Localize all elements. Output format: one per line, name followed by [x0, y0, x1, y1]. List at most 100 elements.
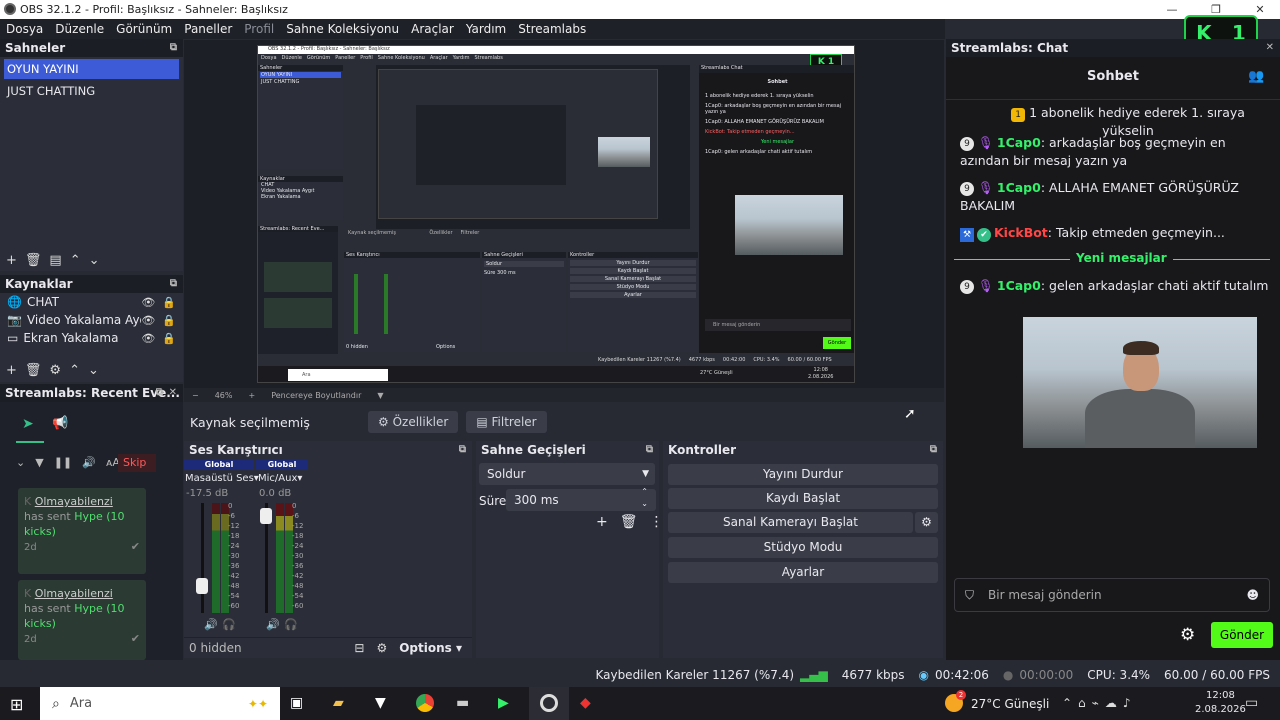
trash-icon[interactable]: 🗑 — [25, 253, 42, 268]
add-icon[interactable]: + — [6, 363, 17, 378]
send-icon[interactable]: ➤ — [22, 416, 34, 432]
chat-username[interactable]: 1Cap0 — [997, 278, 1041, 293]
undock-icon[interactable]: ⧉ — [170, 275, 177, 293]
down-icon[interactable]: ⌄ — [88, 363, 99, 378]
filter-icon[interactable]: ▼ — [35, 456, 43, 469]
transition-select[interactable]: Soldur ▼ — [479, 463, 655, 485]
weather-text[interactable]: 27°C Güneşli — [971, 697, 1049, 711]
zoom-in-icon[interactable]: + — [248, 391, 255, 400]
menu-scene-collection[interactable]: Sahne Koleksiyonu — [280, 22, 405, 36]
filter-icon[interactable]: ▤ — [49, 253, 61, 268]
layout-icon[interactable]: ⊟ — [354, 641, 364, 655]
filters-button[interactable]: ▤ Filtreler — [466, 411, 547, 433]
check-icon[interactable]: ✔ — [131, 539, 140, 554]
lock-icon[interactable]: 🔒 — [162, 332, 176, 345]
resize-to-window[interactable]: Pencereye Boyutlandır — [271, 391, 361, 400]
properties-button[interactable]: ⚙ Özellikler — [368, 411, 459, 433]
chat-input[interactable]: ⛉ Bir mesaj gönderin ☻ — [954, 578, 1270, 612]
lock-icon[interactable]: 🔒 — [162, 296, 176, 309]
event-user[interactable]: Olmayabilenzi — [35, 587, 113, 600]
chat-settings-icon[interactable]: ⚙ — [1180, 625, 1195, 645]
spinner-icon[interactable]: ⌃ ⌄ — [641, 486, 648, 510]
menu-streamlabs[interactable]: Streamlabs — [512, 22, 592, 36]
speaker-icon[interactable]: 🔊 — [266, 618, 280, 631]
chrome-icon[interactable] — [416, 694, 434, 712]
chevron-down-icon[interactable]: ⌄ — [16, 456, 25, 469]
users-icon[interactable]: 👥 — [1248, 69, 1264, 84]
undock-icon[interactable]: ⧉ — [930, 441, 937, 459]
lock-icon[interactable]: 🔒 — [162, 314, 176, 327]
virtual-camera-settings-button[interactable]: ⚙ — [915, 512, 938, 533]
gear-icon[interactable]: ⚙ — [49, 363, 61, 378]
taskbar-search[interactable]: ⌕ Ara ✦✦ — [40, 687, 280, 720]
scene-item-just-chatting[interactable]: JUST CHATTING — [4, 81, 179, 101]
chat-username[interactable]: 1Cap0 — [997, 135, 1041, 150]
menu-view[interactable]: Görünüm — [110, 22, 178, 36]
chevron-down-icon[interactable]: ▼ — [377, 391, 383, 400]
start-virtual-camera-button[interactable]: Sanal Kamerayı Başlat — [668, 512, 913, 533]
menu-docks[interactable]: Paneller — [178, 22, 238, 36]
source-item-video[interactable]: 📷Video Yakalama Aygıt👁🔒 — [0, 311, 183, 329]
notification-icon[interactable]: ▭ — [1245, 695, 1258, 711]
zoom-out-icon[interactable]: − — [192, 391, 199, 400]
undock-icon[interactable]: ⧉ — [170, 39, 177, 57]
down-icon[interactable]: ⌄ — [89, 253, 100, 268]
add-icon[interactable]: + — [6, 253, 17, 268]
source-item-chat[interactable]: 🌐 CHAT 👁 🔒 — [0, 293, 183, 311]
eye-icon[interactable]: 👁 — [141, 314, 155, 327]
chat-username[interactable]: 1Cap0 — [997, 180, 1041, 195]
start-recording-button[interactable]: Kaydı Başlat — [668, 488, 938, 509]
source-item-screen[interactable]: ▭ Ekran Yakalama 👁 🔒 — [0, 329, 183, 347]
stop-streaming-button[interactable]: Yayını Durdur — [668, 464, 938, 485]
eye-icon[interactable]: 👁 — [141, 296, 155, 309]
emoji-icon[interactable]: ☻ — [1246, 588, 1259, 602]
tray-icons[interactable]: ⌃⌂⌁☁♪ — [1062, 696, 1137, 710]
windows-start-icon[interactable]: ⊞ — [10, 695, 23, 714]
skip-alert-button[interactable]: Skip A — [118, 454, 156, 472]
eye-icon[interactable]: 👁 — [141, 332, 155, 345]
headphones-icon[interactable]: 🎧 — [284, 618, 298, 631]
up-icon[interactable]: ⌃ — [69, 363, 80, 378]
channel-name-mic[interactable]: Mic/Aux▾ — [258, 473, 302, 484]
pause-icon[interactable]: ❚❚ — [54, 456, 72, 469]
duration-input[interactable]: 300 ms ⌃ ⌄ — [506, 486, 656, 511]
trash-icon[interactable]: 🗑 — [620, 514, 638, 530]
close-icon[interactable]: ✕ — [1266, 39, 1274, 57]
trash-icon[interactable]: 🗑 — [25, 363, 42, 378]
menu-file[interactable]: Dosya — [0, 22, 49, 36]
undock-icon[interactable]: ⧉ — [459, 441, 466, 459]
menu-help[interactable]: Yardım — [460, 22, 512, 36]
megaphone-icon[interactable]: 📢 — [52, 416, 68, 431]
check-icon[interactable]: ✔ — [131, 631, 140, 646]
settings-button[interactable]: Ayarlar — [668, 562, 938, 583]
file-explorer-icon[interactable]: ▰ — [333, 695, 344, 711]
obs-taskbar-button[interactable] — [529, 687, 569, 720]
up-icon[interactable]: ⌃ — [70, 253, 81, 268]
app-icon[interactable]: ◆ — [580, 695, 591, 711]
channel-name-desktop[interactable]: Masaüstü Ses▾ — [185, 473, 259, 484]
settings-icon[interactable]: ⚙ — [376, 641, 387, 655]
speaker-icon[interactable]: 🔊 — [204, 618, 218, 631]
studio-mode-button[interactable]: Stüdyo Modu — [668, 537, 938, 558]
menu-tools[interactable]: Araçlar — [405, 22, 460, 36]
volume-fader-desktop[interactable] — [196, 578, 208, 595]
menu-profile[interactable]: Profil — [238, 22, 280, 36]
app-icon[interactable]: ▶ — [498, 695, 509, 711]
clock[interactable]: 12:08 2.08.2026 — [1195, 689, 1246, 717]
headphones-icon[interactable]: 🎧 — [222, 618, 236, 631]
more-icon[interactable]: ⋮ — [650, 514, 664, 530]
volume-icon[interactable]: 🔊 — [82, 456, 96, 469]
menu-edit[interactable]: Düzenle — [49, 22, 110, 36]
task-view-icon[interactable]: ▣ — [290, 695, 303, 711]
scene-item-oyun-yayini[interactable]: OYUN YAYINI — [4, 59, 179, 79]
undock-icon[interactable]: ⧉ — [156, 384, 163, 402]
app-icon[interactable]: ▬ — [456, 695, 469, 711]
event-user[interactable]: Olmayabilenzi — [35, 495, 113, 508]
chat-username[interactable]: KickBot — [994, 225, 1048, 240]
app-icon[interactable]: ▼ — [375, 695, 386, 711]
send-button[interactable]: Gönder — [1211, 622, 1273, 648]
add-icon[interactable]: + — [596, 514, 608, 530]
volume-fader-mic[interactable] — [260, 507, 272, 524]
undock-icon[interactable]: ⧉ — [646, 441, 653, 459]
options-button[interactable]: Options ▾ — [399, 641, 462, 655]
